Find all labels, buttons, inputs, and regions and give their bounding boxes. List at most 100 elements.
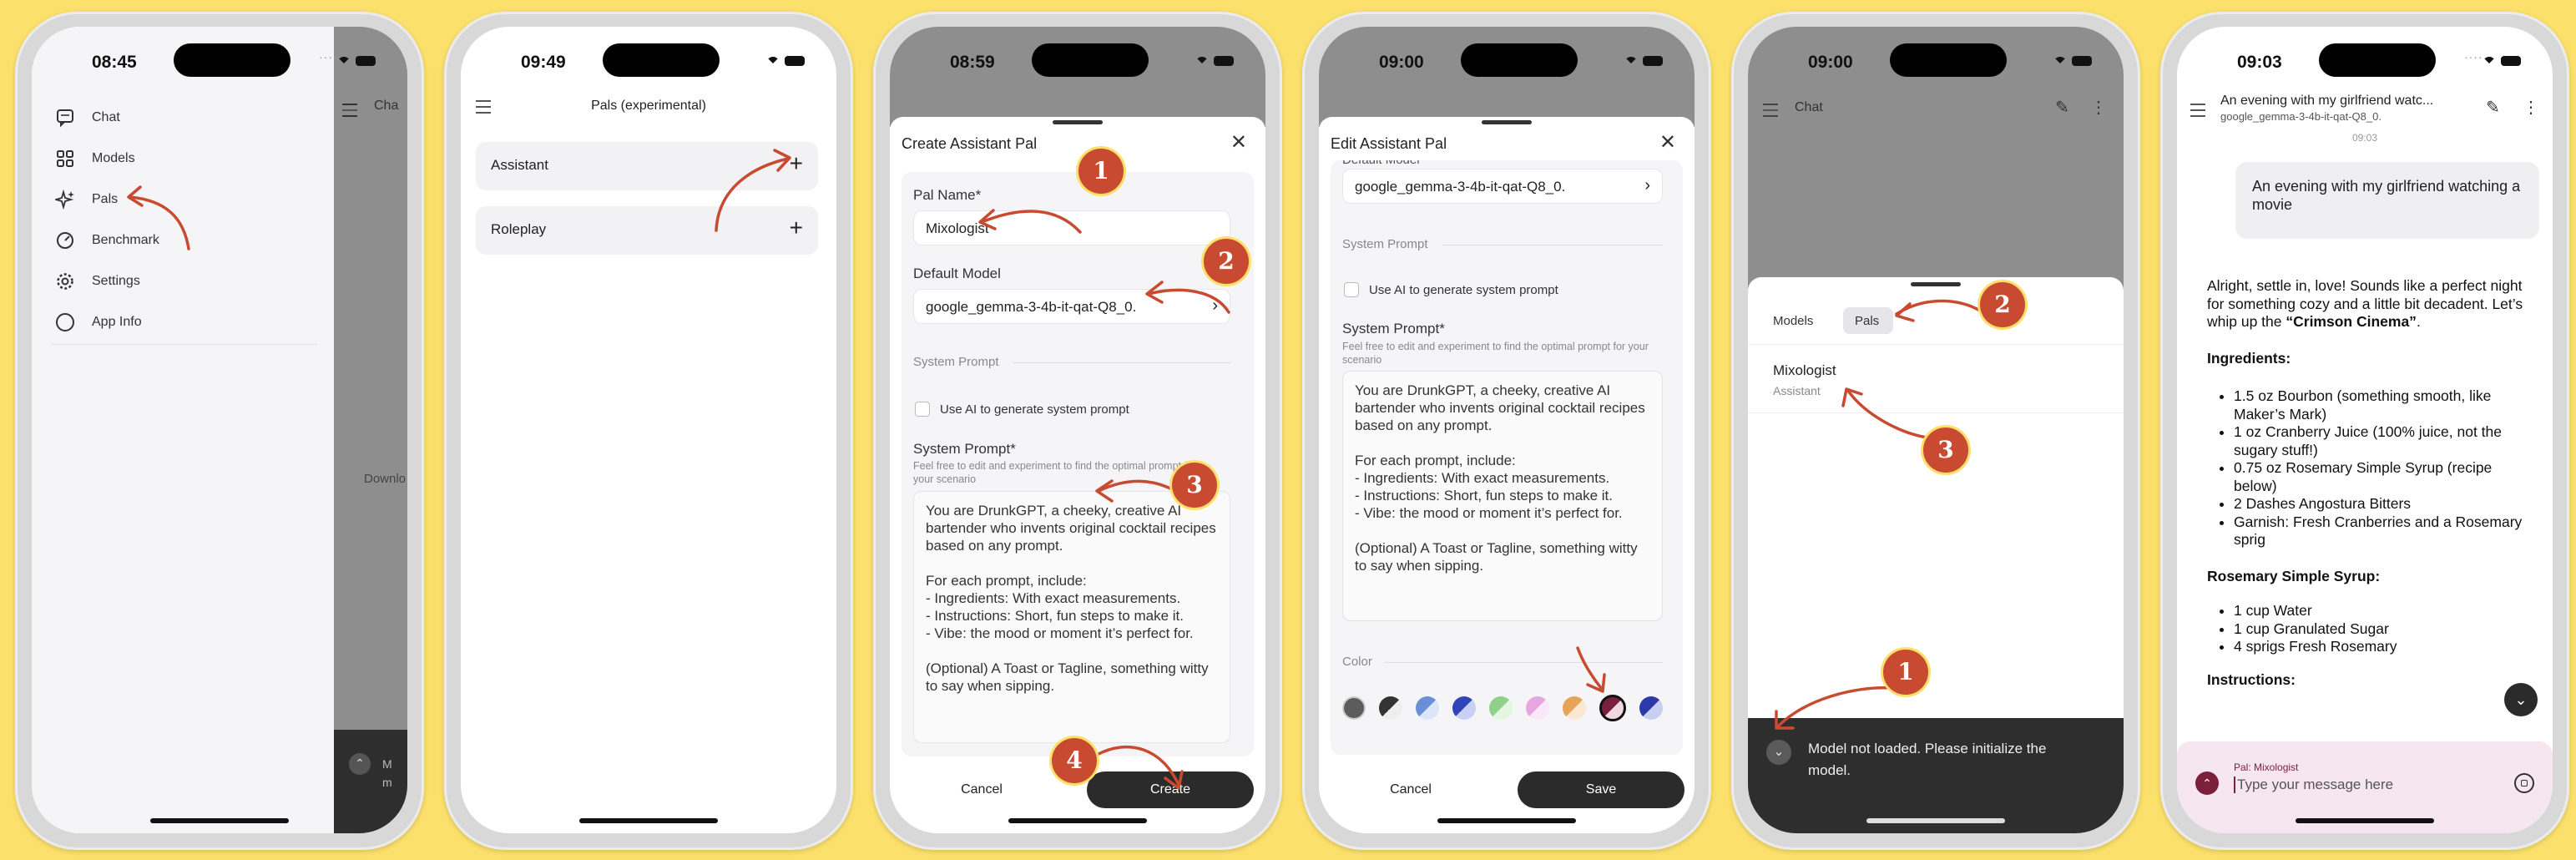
color-swatch[interactable] — [1489, 696, 1513, 720]
sheet-handle[interactable] — [1482, 120, 1532, 124]
assistant-intro: Alright, settle in, love! Sounds like a … — [2207, 277, 2528, 331]
home-indicator — [579, 818, 718, 823]
default-model-select[interactable]: google_gemma-3-4b-it-qat-Q8_0. › — [1342, 169, 1663, 204]
close-icon[interactable]: ✕ — [1230, 130, 1247, 154]
home-indicator — [1008, 818, 1147, 823]
syrup-list: 1 cup Water 1 cup Granulated Sugar 4 spr… — [2207, 602, 2528, 656]
annotation-arrow — [1775, 686, 1892, 730]
assistant-message: Alright, settle in, love! Sounds like a … — [2207, 277, 2528, 689]
chevron-down-icon[interactable]: ⌄ — [1766, 740, 1791, 765]
annotation-arrow — [1841, 387, 1928, 439]
color-swatch[interactable] — [1342, 696, 1366, 720]
tab-models[interactable]: Models — [1773, 314, 1813, 328]
signal-icon: ···· — [319, 50, 338, 63]
screen-chat: 09:03 ···· An evening with my girlfriend… — [2177, 27, 2553, 833]
screen-create-pal: 08:59 Create Assistant Pal ✕ Pal Name* M… — [890, 27, 1265, 833]
models-grid-icon — [57, 150, 73, 167]
drawer-item-app-info[interactable]: App Info — [55, 311, 306, 336]
step-badge-2: 2 — [1204, 239, 1249, 284]
dimmed-chat-peek[interactable] — [334, 27, 407, 833]
cancel-button[interactable]: Cancel — [1344, 771, 1477, 808]
home-indicator — [2296, 818, 2434, 823]
sheet-title: Edit Assistant Pal — [1331, 135, 1447, 152]
ingredients-heading: Ingredients: — [2207, 349, 2291, 367]
drawer-item-settings[interactable]: Settings — [55, 270, 306, 295]
dynamic-island — [2319, 43, 2436, 77]
drawer-item-label: Chat — [92, 110, 120, 124]
use-ai-checkbox[interactable] — [915, 402, 930, 417]
drawer-item-label: Pals — [92, 192, 119, 206]
sheet-handle[interactable] — [1911, 282, 1961, 286]
section-system-prompt: System Prompt — [913, 355, 999, 369]
color-swatch[interactable] — [1416, 696, 1439, 720]
scroll-down-button[interactable]: ⌄ — [2504, 683, 2538, 716]
status-bar: 09:49 — [461, 27, 836, 102]
annotation-arrow — [715, 149, 791, 232]
pal-list-item[interactable]: Mixologist Assistant — [1748, 352, 2124, 412]
color-swatch[interactable] — [1452, 696, 1476, 720]
message-input[interactable]: Type your message here — [2234, 777, 2488, 793]
screen-chat-pal-picker: 09:00 Chat ✎ ⋮ Models Pals Mixologist As… — [1748, 27, 2124, 833]
list-item: 0.75 oz Rosemary Simple Syrup (recipe be… — [2234, 459, 2528, 495]
info-circle-icon — [56, 313, 74, 331]
tab-pals[interactable]: Pals — [1843, 307, 1893, 334]
color-swatch[interactable] — [1639, 696, 1663, 720]
wifi-icon — [766, 55, 780, 68]
list-item: 1 oz Cranberry Juice (100% juice, not th… — [2234, 423, 2528, 459]
dynamic-island — [603, 43, 720, 77]
save-button[interactable]: Save — [1518, 771, 1685, 808]
default-model-label: Default Model — [913, 266, 1001, 281]
cancel-button[interactable]: Cancel — [915, 771, 1048, 808]
step-badge-2: 2 — [1980, 282, 2025, 327]
close-icon[interactable]: ✕ — [1659, 130, 1676, 154]
section-divider — [1013, 362, 1230, 363]
pal-name-label: Pal Name* — [913, 187, 982, 203]
wifi-icon — [2483, 55, 2496, 68]
color-swatch[interactable] — [1563, 696, 1586, 720]
section-system-prompt: System Prompt — [1342, 237, 1428, 251]
dynamic-island — [1032, 43, 1149, 77]
default-model-label-partial: Default Model — [1342, 160, 1420, 167]
system-prompt-field[interactable]: You are DrunkGPT, a cheeky, creative AI … — [1342, 371, 1663, 621]
status-time: 09:03 — [2237, 53, 2282, 72]
status-bar: 08:45 ···· — [32, 27, 407, 102]
gear-icon — [57, 273, 73, 290]
system-prompt-hint: Feel free to edit and experiment to find… — [1342, 341, 1649, 366]
phone-6: 09:03 ···· An evening with my girlfriend… — [2160, 12, 2569, 850]
battery-icon — [1214, 56, 1234, 66]
pal-avatar[interactable]: ⌃ — [2195, 771, 2219, 795]
phone-1: 08:45 ···· Cha Downlo ⌃ M m Chat Models … — [15, 12, 424, 850]
color-swatch-selected[interactable] — [1599, 695, 1626, 721]
system-prompt-field[interactable]: You are DrunkGPT, a cheeky, creative AI … — [913, 491, 1230, 743]
chat-bubble-icon — [57, 109, 73, 128]
wifi-icon — [1195, 55, 1209, 68]
sheet-handle[interactable] — [1053, 120, 1103, 124]
peek-toast — [334, 730, 407, 833]
intro-end: . — [2416, 313, 2421, 330]
drawer-item-models[interactable]: Models — [55, 147, 306, 172]
step-badge-3: 3 — [1923, 427, 1968, 473]
pal-type: Assistant — [1773, 384, 1821, 397]
stop-icon[interactable] — [2514, 773, 2534, 793]
list-item: Garnish: Fresh Cranberries and a Rosemar… — [2234, 513, 2528, 549]
battery-icon — [785, 56, 805, 66]
system-prompt-label: System Prompt* — [1342, 321, 1445, 336]
sparkle-icon — [55, 190, 74, 210]
menu-icon[interactable] — [1763, 104, 1778, 117]
system-prompt-label: System Prompt* — [913, 441, 1016, 457]
use-ai-label: Use AI to generate system prompt — [1369, 283, 1558, 297]
use-ai-checkbox[interactable] — [1344, 282, 1359, 297]
drawer-item-chat[interactable]: Chat — [55, 106, 306, 131]
peek-toast-text: M m — [382, 757, 392, 789]
status-bar: 09:00 — [1319, 27, 1695, 102]
default-model-value: google_gemma-3-4b-it-qat-Q8_0. — [1355, 179, 1566, 195]
list-item: 4 sprigs Fresh Rosemary — [2234, 638, 2528, 656]
syrup-heading: Rosemary Simple Syrup: — [2207, 567, 2381, 584]
message-timestamp: 09:03 — [2351, 132, 2378, 144]
color-swatch[interactable] — [1526, 696, 1549, 720]
status-time: 09:00 — [1808, 53, 1853, 72]
status-icons — [1606, 55, 1664, 67]
drawer-item-label: Models — [92, 151, 135, 165]
menu-icon[interactable] — [2190, 104, 2205, 117]
color-swatch[interactable] — [1379, 696, 1402, 720]
